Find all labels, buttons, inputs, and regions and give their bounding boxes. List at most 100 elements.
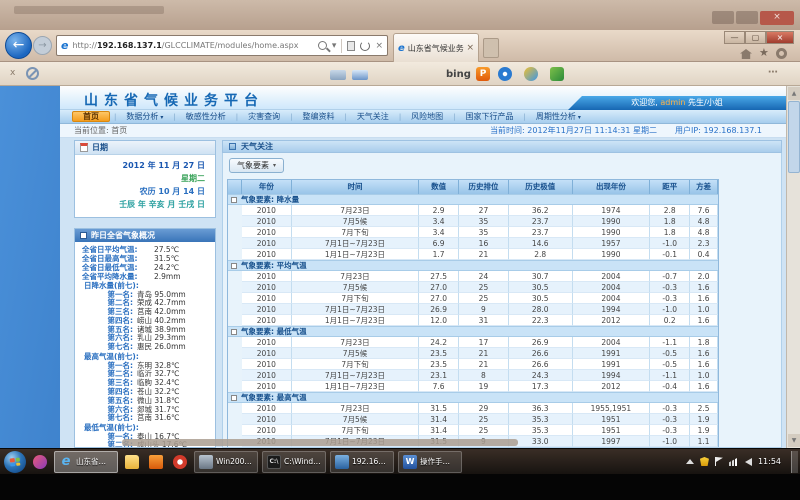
url-text[interactable]: http://192.168.137.1/GLCCLIMATE/modules/… [72,41,313,50]
horizontal-scrollbar-thumb[interactable] [122,439,518,446]
section-checkbox[interactable] [231,395,237,401]
table-row[interactable]: 20107月5候27.02530.52004-0.31.6 [228,282,718,293]
element-filter-button[interactable]: 气象要素 ▾ [229,158,284,173]
nav-item-3[interactable]: 灾害查询 [242,111,286,122]
section-checkbox[interactable] [231,329,237,335]
start-button[interactable] [4,451,26,473]
nav-item-8[interactable]: 周期性分析▾ [530,111,587,122]
cell: 2010 [242,359,292,370]
scroll-down-icon[interactable]: ▼ [788,434,800,447]
nav-item-2[interactable]: 敏感性分析 [180,111,232,122]
table-row[interactable]: 20107月23日2.92736.219742.87.6 [228,205,718,216]
table-row[interactable]: 20107月5候31.42535.31951-0.31.9 [228,414,718,425]
taskbar-window-0[interactable] [30,451,50,473]
home-icon[interactable] [740,49,752,59]
toolbar-close-icon[interactable]: x [10,68,15,78]
new-tab-button[interactable] [483,38,499,58]
vertical-scrollbar[interactable]: ▲ ▼ [786,86,800,448]
table-row[interactable]: 20101月1日~7月23日7.61917.32012-0.41.6 [228,381,718,392]
network-icon[interactable] [729,457,739,466]
section-checkbox[interactable] [231,197,237,203]
background-minimize-button[interactable] [712,11,734,24]
taskbar-window-8[interactable]: W操作手册.docx -... [398,451,462,473]
favorites-star-icon[interactable]: ★ [759,46,769,59]
taskbar-window-4[interactable] [170,451,190,473]
stop-icon[interactable]: × [375,41,383,51]
flag-icon[interactable] [715,457,723,466]
search-provider-icon[interactable]: P [476,67,490,81]
table-row[interactable]: 20107月23日24.21726.92004-1.11.8 [228,337,718,348]
nav-item-1[interactable]: 数据分析▾ [120,111,169,122]
table-row[interactable]: 20107月下旬3.43523.719901.84.8 [228,227,718,238]
nav-item-0[interactable]: 首页 [72,111,110,122]
nav-item-7[interactable]: 国家下行产品 [460,111,520,122]
close-button[interactable]: × [766,31,794,44]
chrome-action-icons: ★ [740,46,787,59]
taskbar-window-5[interactable]: Win2008 (VS2... [194,451,258,473]
back-button[interactable]: ← [5,32,32,59]
table-row[interactable]: 20107月1日~7月23日6.91614.61957-1.02.3 [228,238,718,249]
search-icon[interactable] [318,41,327,50]
shield-icon[interactable] [700,457,709,466]
section-checkbox[interactable] [231,263,237,269]
gear-icon[interactable] [776,48,787,59]
column-header-3[interactable]: 历史排位 [459,180,509,194]
table-row[interactable]: 20107月23日31.52936.31955,1951-0.32.5 [228,403,718,414]
address-bar[interactable]: e http://192.168.137.1/GLCCLIMATE/module… [56,35,388,56]
table-row[interactable]: 20107月5候23.52126.61991-0.51.6 [228,348,718,359]
misc-toolbar-icon[interactable] [524,67,538,81]
column-header-7[interactable]: 方差 [690,180,718,194]
nav-item-6[interactable]: 风险地图 [405,111,449,122]
scroll-up-icon[interactable]: ▲ [788,87,800,100]
mail-icon[interactable] [352,70,368,80]
media-toolbar-icon[interactable] [498,67,512,81]
hidden-icon[interactable] [686,459,694,464]
bing-logo[interactable]: bing [446,69,471,80]
taskbar-window-2[interactable] [122,451,142,473]
background-close-button[interactable]: × [760,11,794,25]
taskbar-window-3[interactable] [146,451,166,473]
table-row[interactable]: 20107月下旬23.52126.61991-0.51.6 [228,359,718,370]
table-row[interactable]: 20107月下旬31.42535.31951-0.31.9 [228,425,718,436]
show-desktop-button[interactable] [791,451,798,473]
table-row[interactable]: 20107月23日27.52430.72004-0.72.0 [228,271,718,282]
table-row[interactable]: 20107月5候3.43523.719901.84.8 [228,216,718,227]
vertical-scrollbar-thumb[interactable] [788,101,800,173]
section-title: 气象要素: 平均气温 [241,260,307,271]
column-header-5[interactable]: 出现年份 [573,180,651,194]
background-maximize-button[interactable] [736,11,758,24]
minimize-button[interactable]: — [724,31,745,44]
nav-item-4[interactable]: 整编资料 [296,111,340,122]
search-dropdown-icon[interactable]: ▾ [332,41,337,51]
maximize-button[interactable]: ▢ [745,31,766,44]
table-row[interactable]: 20107月1日~7月23日26.9928.01994-1.01.0 [228,304,718,315]
volume-icon[interactable] [745,458,752,466]
cell: 8 [459,370,509,381]
tab-close-icon[interactable]: × [466,43,474,53]
plugin-icon[interactable] [550,67,564,81]
column-header-0[interactable]: 年份 [242,180,292,194]
more-options-icon[interactable]: ⋯ [768,67,779,78]
taskbar-window-6[interactable]: C:\C:\Windows\s... [262,451,326,473]
browser-tab[interactable]: e 山东省气候业务平... × [393,33,479,62]
column-header-1[interactable]: 时间 [292,180,419,194]
table-row[interactable]: 20101月1日~7月23日12.03122.320120.21.6 [228,315,718,326]
forward-button[interactable]: → [33,36,52,55]
cell: 31 [459,315,509,326]
cell: 1990 [573,216,651,227]
table-row[interactable]: 20107月1日~7月23日23.1824.31994-1.11.0 [228,370,718,381]
table-row[interactable]: 20107月下旬27.02530.52004-0.31.6 [228,293,718,304]
taskbar-window-title: 山东省气候... [76,456,113,467]
refresh-icon[interactable] [360,41,370,51]
column-header-6[interactable]: 距平 [650,180,690,194]
column-header-4[interactable]: 历史极值 [509,180,573,194]
taskbar-window-7[interactable]: 192.168.59.99... [330,451,394,473]
taskbar-clock[interactable]: 11:54 [758,457,781,466]
table-row[interactable]: 20101月1日~7月23日1.7212.81990-0.10.4 [228,249,718,260]
column-header-2[interactable]: 数值 [419,180,459,194]
blocked-icon[interactable] [26,67,39,80]
compatibility-view-icon[interactable] [347,41,355,51]
nav-item-5[interactable]: 天气关注 [351,111,395,122]
card-icon[interactable] [330,70,346,80]
taskbar-window-1[interactable]: e山东省气候... [54,451,118,473]
